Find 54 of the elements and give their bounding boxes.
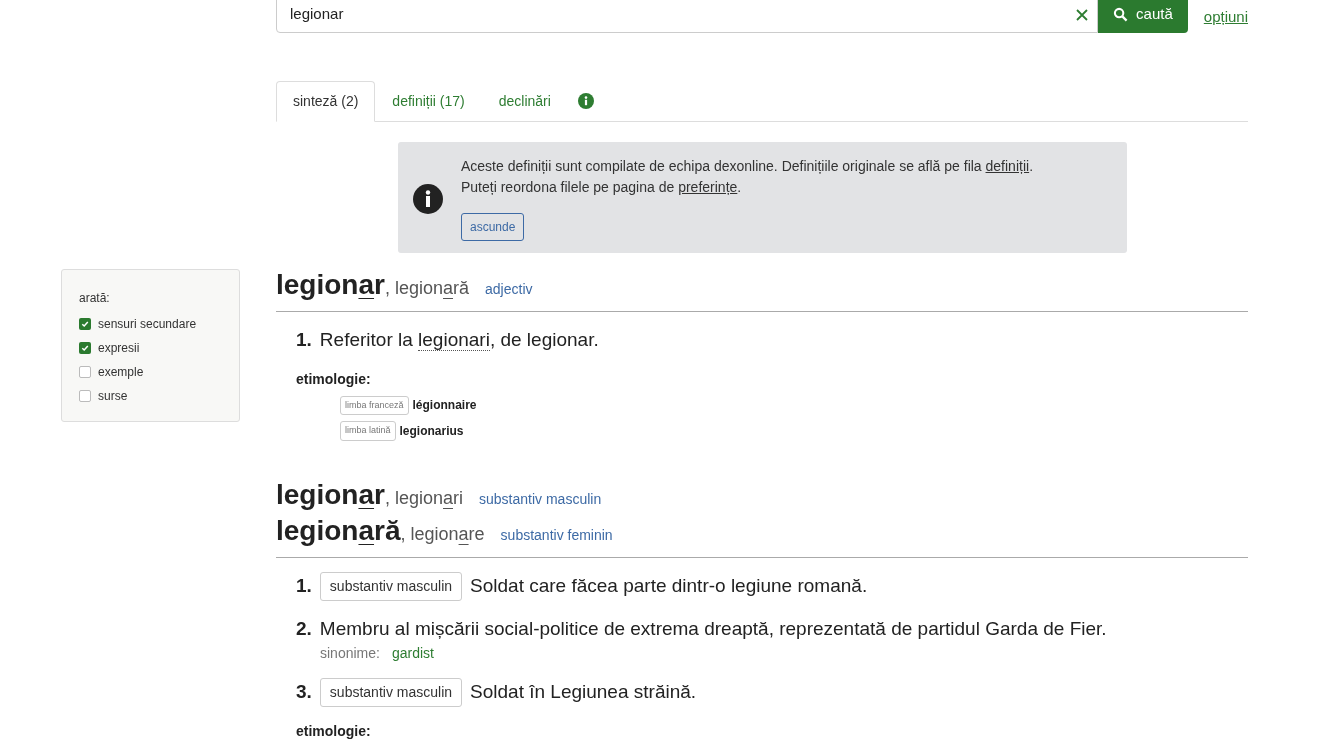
synonyms-label: sinonime:: [320, 644, 380, 663]
tab[interactable]: sinteză (2): [276, 81, 376, 122]
sense-number: 1.: [296, 573, 312, 598]
etymology-title: etimologie:: [296, 369, 372, 389]
info-icon[interactable]: [577, 93, 594, 109]
checkbox[interactable]: [79, 366, 91, 378]
options-link[interactable]: opțiuni: [1203, 6, 1248, 29]
sense-number: 1.: [296, 328, 312, 352]
headword: legionar: [276, 269, 385, 300]
tab[interactable]: declinări: [481, 81, 568, 121]
hide-button[interactable]: ascunde: [461, 213, 525, 241]
filter-title: arată:: [79, 290, 111, 307]
headword: legionară: [276, 514, 401, 546]
filter-checkbox[interactable]: expresii: [79, 340, 239, 356]
checkbox[interactable]: [79, 390, 91, 402]
filter-checkbox[interactable]: exemple: [79, 364, 239, 380]
clear-icon[interactable]: [1075, 7, 1090, 22]
part-of-speech[interactable]: substantiv feminin: [500, 519, 613, 551]
definition-text: Membru al mișcării social-politice de extrema dreaptă, reprezentată de partidul Garda de Fier.: [319, 616, 1107, 641]
definition-text: Soldat în Legiunea străină.: [470, 680, 697, 705]
comma: ,: [384, 277, 390, 300]
search-field[interactable]: legionar: [276, 0, 1099, 33]
notice-text: Aceste definiții sunt compilate de echipa dexonline. Definițiile originale se află pe fila definiții.: [461, 157, 1033, 176]
grammar-tag: substantiv masculin: [319, 571, 463, 601]
checkbox[interactable]: [79, 342, 91, 354]
part-of-speech[interactable]: substantiv masculin: [479, 483, 602, 515]
part-of-speech[interactable]: adjectiv: [485, 274, 533, 305]
headword: legionar: [276, 478, 385, 510]
etymology-title: etimologie:: [296, 722, 372, 741]
grammar-tag: substantiv masculin: [319, 678, 463, 707]
notice-text: Puteți reordona filele pe pagina de preferințe.: [461, 178, 742, 197]
sense-number: 3.: [296, 680, 312, 705]
etymon: legionarius: [399, 422, 464, 440]
filter-checkbox[interactable]: surse: [79, 388, 239, 404]
search-button[interactable]: caută: [1098, 0, 1188, 33]
language-tag: limba latină: [340, 421, 396, 441]
search-icon: [1113, 7, 1129, 22]
tab[interactable]: definiții (17): [375, 81, 482, 121]
word-link[interactable]: legionari: [418, 329, 490, 351]
comma: ,: [400, 523, 406, 546]
comma: ,: [384, 486, 390, 510]
inflected-form: legionari: [394, 486, 463, 510]
info-icon: [413, 183, 443, 214]
inflected-form: legionară: [394, 277, 470, 300]
checkbox[interactable]: [79, 318, 91, 330]
preferences-link[interactable]: preferințe: [678, 179, 738, 195]
inflected-form: legionare: [410, 522, 485, 546]
synonym-link[interactable]: gardist: [391, 643, 434, 664]
filter-checkbox[interactable]: sensuri secundare: [79, 316, 239, 332]
definition-text: Soldat care făcea parte dintr-o legiune romană.: [470, 573, 868, 598]
etymon: légionnaire: [412, 397, 477, 415]
definition-text: Referitor la legionari, de legionar.: [319, 328, 599, 353]
sense-number: 2.: [296, 616, 312, 641]
language-tag: limba franceză: [340, 395, 409, 415]
